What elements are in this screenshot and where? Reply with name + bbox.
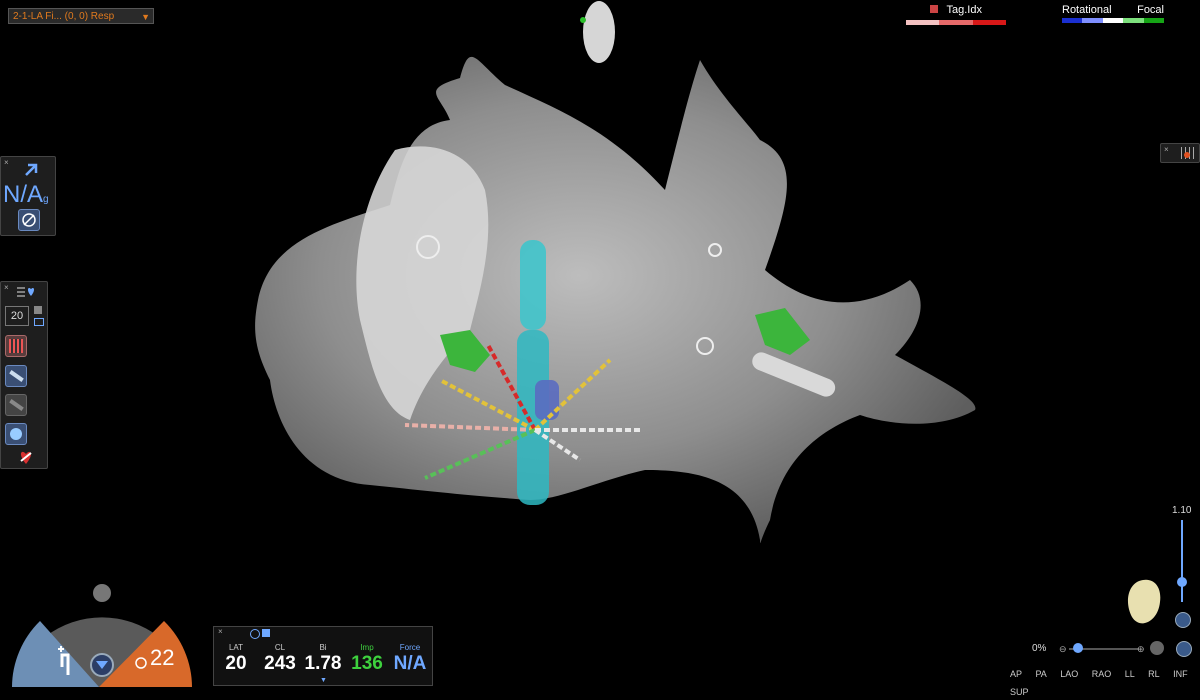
view-rao-button[interactable]: RAO (1092, 669, 1112, 679)
measure-value: 243 (264, 653, 296, 674)
measure-imp: Imp 136 (347, 643, 387, 675)
zoom-out-button[interactable] (1175, 612, 1191, 628)
measure-bi: Bi 1.78 (303, 643, 343, 675)
measure-value: 1.78 (304, 653, 342, 674)
heart-orientation-icon[interactable] (1118, 572, 1168, 632)
view-pa-button[interactable]: PA (1035, 669, 1046, 679)
rotation-percent: 0% (1032, 643, 1047, 654)
reference-point (580, 17, 586, 23)
measure-cl: CL 243 (260, 643, 300, 675)
rotation-slider-handle[interactable] (1073, 643, 1083, 653)
view-lao-button[interactable]: LAO (1060, 669, 1078, 679)
measure-label: Force (399, 643, 421, 652)
measure-label: LAT (228, 643, 244, 652)
measure-label: CL (274, 643, 286, 652)
zoom-scale: 1.10 (1172, 505, 1192, 516)
measure-value: N/A (393, 653, 427, 674)
sync-icon[interactable] (250, 629, 260, 639)
plus-icon[interactable]: ⊕ (1137, 644, 1145, 655)
reset-view-button[interactable] (1150, 641, 1164, 655)
view-settings-button[interactable] (1176, 641, 1192, 657)
measure-label: Bi (319, 643, 327, 652)
chevron-down-icon[interactable]: ▼ (320, 677, 327, 684)
view-rl-button[interactable]: RL (1148, 669, 1160, 679)
view-sup-button[interactable]: SUP (1010, 687, 1029, 697)
measure-lat: LAT 20 (216, 643, 256, 675)
zoom-slider-handle[interactable] (1177, 577, 1187, 587)
view-inf-button[interactable]: INF (1173, 669, 1188, 679)
view-ll-button[interactable]: LL (1125, 669, 1135, 679)
close-icon[interactable]: × (218, 627, 223, 636)
view-buttons: AP PA LAO RAO LL RL INF SUP (1010, 664, 1200, 700)
measure-label: Imp (360, 643, 374, 652)
measurements-panel: × LAT 20 CL 243 Bi 1.78 Imp 136 Force N/… (213, 626, 433, 686)
sheath-shaft (520, 240, 546, 330)
reference-marker (583, 1, 615, 63)
minus-icon[interactable]: ⊖ (1059, 644, 1067, 655)
zoom-slider-track[interactable] (1181, 520, 1183, 602)
view-ap-button[interactable]: AP (1010, 669, 1022, 679)
settings-icon[interactable] (262, 629, 270, 637)
link-icon[interactable] (93, 584, 111, 602)
catheter-tip (535, 380, 559, 420)
gauge-value: 22 (150, 645, 175, 670)
measure-value: 20 (225, 653, 247, 674)
measure-force: Force N/A (390, 643, 430, 675)
measure-value: 136 (351, 653, 383, 674)
